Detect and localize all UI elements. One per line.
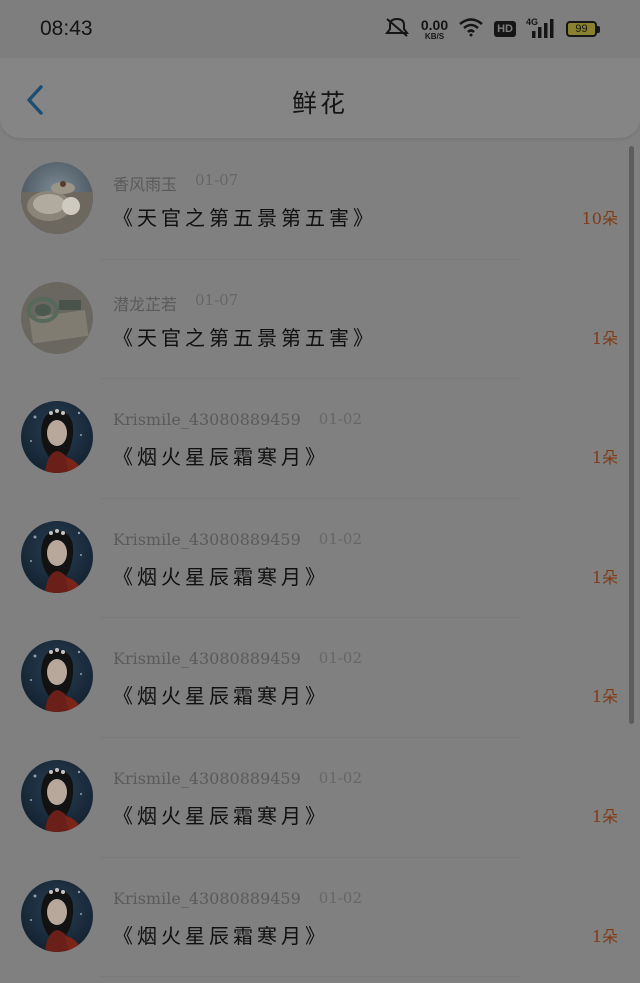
mute-icon [383, 16, 411, 42]
avatar[interactable] [21, 520, 93, 593]
list-item[interactable]: 香风雨玉 01-07 《天官之第五景第五害》 10朵 [0, 140, 640, 260]
avatar[interactable] [21, 759, 93, 832]
network-speed-value: 0.00 [420, 16, 449, 33]
list-item[interactable]: 潜龙芷若 01-07 《天官之第五景第五害》 1朵 [0, 260, 640, 380]
gift-meta: 香风雨玉 01-07 [113, 171, 238, 195]
gift-meta: Krismile_43080889459 01-02 [113, 649, 362, 668]
gift-date: 01-02 [318, 410, 363, 429]
gift-list: 香风雨玉 01-07 《天官之第五景第五害》 10朵潜龙芷若 01-07 《天官之第五景第… [0, 140, 640, 983]
flower-count: 1朵 [591, 448, 618, 468]
work-title[interactable]: 《天官之第五景第五害》 [113, 322, 377, 351]
gift-date: 01-07 [195, 171, 239, 189]
flower-count: 10朵 [581, 209, 618, 228]
work-title[interactable]: 《天官之第五景第五害》 [113, 202, 377, 231]
list-item[interactable]: Krismile_43080889459 01-02 《烟火星辰霜寒月》 1朵 [0, 499, 640, 619]
work-title[interactable]: 《烟火星辰霜寒月》 [113, 920, 329, 949]
page-title: 鲜花 [291, 89, 348, 118]
gift-date: 01-02 [318, 529, 363, 548]
gift-date: 01-07 [195, 290, 239, 309]
network-speed: 0.00 KB/S [421, 18, 448, 41]
hd-badge: HD [494, 21, 516, 37]
title-bar: 鲜花 [0, 58, 640, 138]
flower-count: 1朵 [591, 567, 618, 587]
username[interactable]: Krismile_43080889459 [113, 649, 301, 668]
avatar[interactable] [21, 879, 93, 952]
battery-icon: 99 [566, 21, 600, 37]
list-item[interactable]: Krismile_43080889459 01-02 《烟火星辰霜寒月》 1朵 [0, 738, 640, 858]
gift-meta: Krismile_43080889459 01-02 [113, 410, 362, 429]
list-item[interactable]: Krismile_43080889459 01-02 《烟火星辰霜寒月》 1朵 [0, 618, 640, 738]
username[interactable]: 潜龙芷若 [113, 291, 177, 315]
avatar[interactable] [21, 640, 93, 713]
gift-date: 01-02 [318, 888, 363, 907]
gift-meta: Krismile_43080889459 01-02 [113, 769, 362, 788]
cellular-signal-icon: 4G [526, 17, 556, 40]
gift-meta: 潜龙芷若 01-07 [113, 291, 238, 315]
gift-date: 01-02 [318, 768, 363, 787]
gift-date: 01-02 [318, 649, 363, 668]
username[interactable]: 香风雨玉 [113, 171, 177, 195]
avatar[interactable] [21, 281, 93, 354]
gift-meta: Krismile_43080889459 01-02 [113, 889, 362, 908]
status-icons: 0.00 KB/S HD 4G 99 [383, 16, 600, 42]
username[interactable]: Krismile_43080889459 [113, 769, 301, 788]
work-title[interactable]: 《烟火星辰霜寒月》 [113, 441, 329, 470]
status-bar: 08:43 0.00 KB/S HD 4G 99 [0, 0, 640, 58]
gift-meta: Krismile_43080889459 01-02 [113, 530, 362, 549]
list-item[interactable]: Krismile_43080889459 01-02 《烟火星辰霜寒月》 1朵 [0, 379, 640, 499]
avatar[interactable] [21, 401, 93, 474]
flower-count: 1朵 [591, 328, 618, 348]
flower-count: 1朵 [591, 926, 618, 946]
wifi-icon [458, 17, 484, 41]
list-item[interactable]: Krismile_43080889459 01-02 《烟火星辰霜寒月》 1朵 [0, 858, 640, 978]
flower-count: 1朵 [591, 806, 618, 826]
work-title[interactable]: 《烟火星辰霜寒月》 [113, 800, 329, 829]
status-time: 08:43 [40, 17, 93, 40]
flower-count: 1朵 [591, 687, 618, 707]
work-title[interactable]: 《烟火星辰霜寒月》 [113, 680, 329, 709]
avatar[interactable] [21, 162, 93, 234]
work-title[interactable]: 《烟火星辰霜寒月》 [113, 561, 329, 590]
scrollbar[interactable] [629, 146, 634, 724]
battery-level: 99 [566, 21, 597, 37]
username[interactable]: Krismile_43080889459 [113, 530, 301, 549]
network-speed-unit: KB/S [424, 31, 445, 41]
username[interactable]: Krismile_43080889459 [113, 889, 301, 908]
username[interactable]: Krismile_43080889459 [113, 410, 301, 429]
